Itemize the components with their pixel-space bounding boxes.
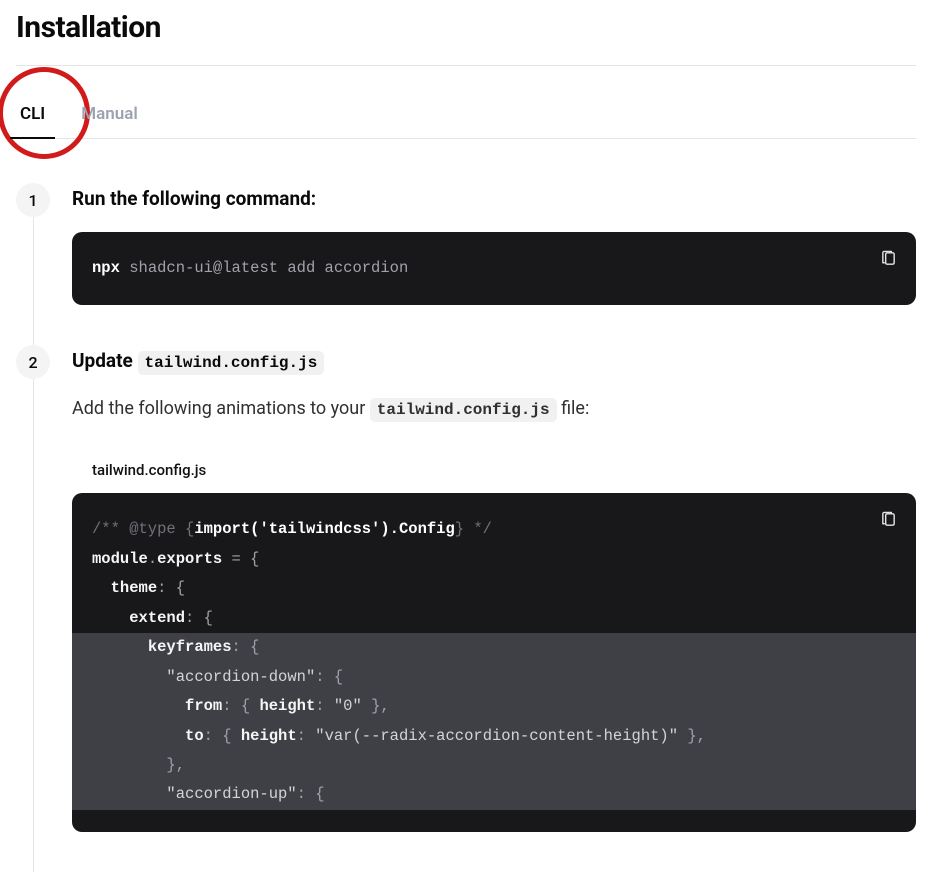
- step: 2 Update tailwind.config.js Add the foll…: [16, 345, 916, 871]
- steps-list: 1 Run the following command: npx shadcn-…: [16, 183, 916, 872]
- step-desc-code: tailwind.config.js: [370, 398, 557, 422]
- step-description: Add the following animations to your tai…: [72, 398, 916, 419]
- command-block: npx shadcn-ui@latest add accordion: [72, 232, 916, 305]
- config-code-block: /** @type {import('tailwindcss').Config}…: [72, 493, 916, 831]
- page-title: Installation: [16, 10, 916, 45]
- clipboard-icon: [880, 511, 897, 528]
- file-tab[interactable]: tailwind.config.js: [74, 445, 224, 493]
- step: 1 Run the following command: npx shadcn-…: [16, 183, 916, 345]
- config-code: /** @type {import('tailwindcss').Config}…: [72, 493, 916, 831]
- step-title-code: tailwind.config.js: [138, 351, 325, 375]
- tab-cli[interactable]: CLI: [16, 88, 49, 138]
- step-title: Update tailwind.config.js: [72, 349, 916, 372]
- tab-manual[interactable]: Manual: [77, 88, 142, 138]
- install-tabs: CLI Manual: [16, 88, 916, 139]
- step-rail: [33, 379, 34, 871]
- step-title: Run the following command:: [72, 187, 916, 210]
- cmd-prefix: npx: [92, 259, 120, 277]
- copy-button[interactable]: [876, 246, 900, 270]
- step-desc-prefix: Add the following animations to your: [72, 398, 370, 419]
- step-number: 2: [16, 345, 50, 379]
- divider: [16, 65, 916, 66]
- copy-button[interactable]: [876, 507, 900, 531]
- clipboard-icon: [880, 250, 897, 267]
- step-rail: [33, 217, 34, 345]
- step-title-text: Update: [72, 349, 138, 372]
- step-desc-suffix: file:: [557, 398, 590, 419]
- cmd-rest: shadcn-ui@latest add accordion: [129, 259, 408, 277]
- file-tabs: tailwind.config.js: [72, 445, 916, 493]
- step-number: 1: [16, 183, 50, 217]
